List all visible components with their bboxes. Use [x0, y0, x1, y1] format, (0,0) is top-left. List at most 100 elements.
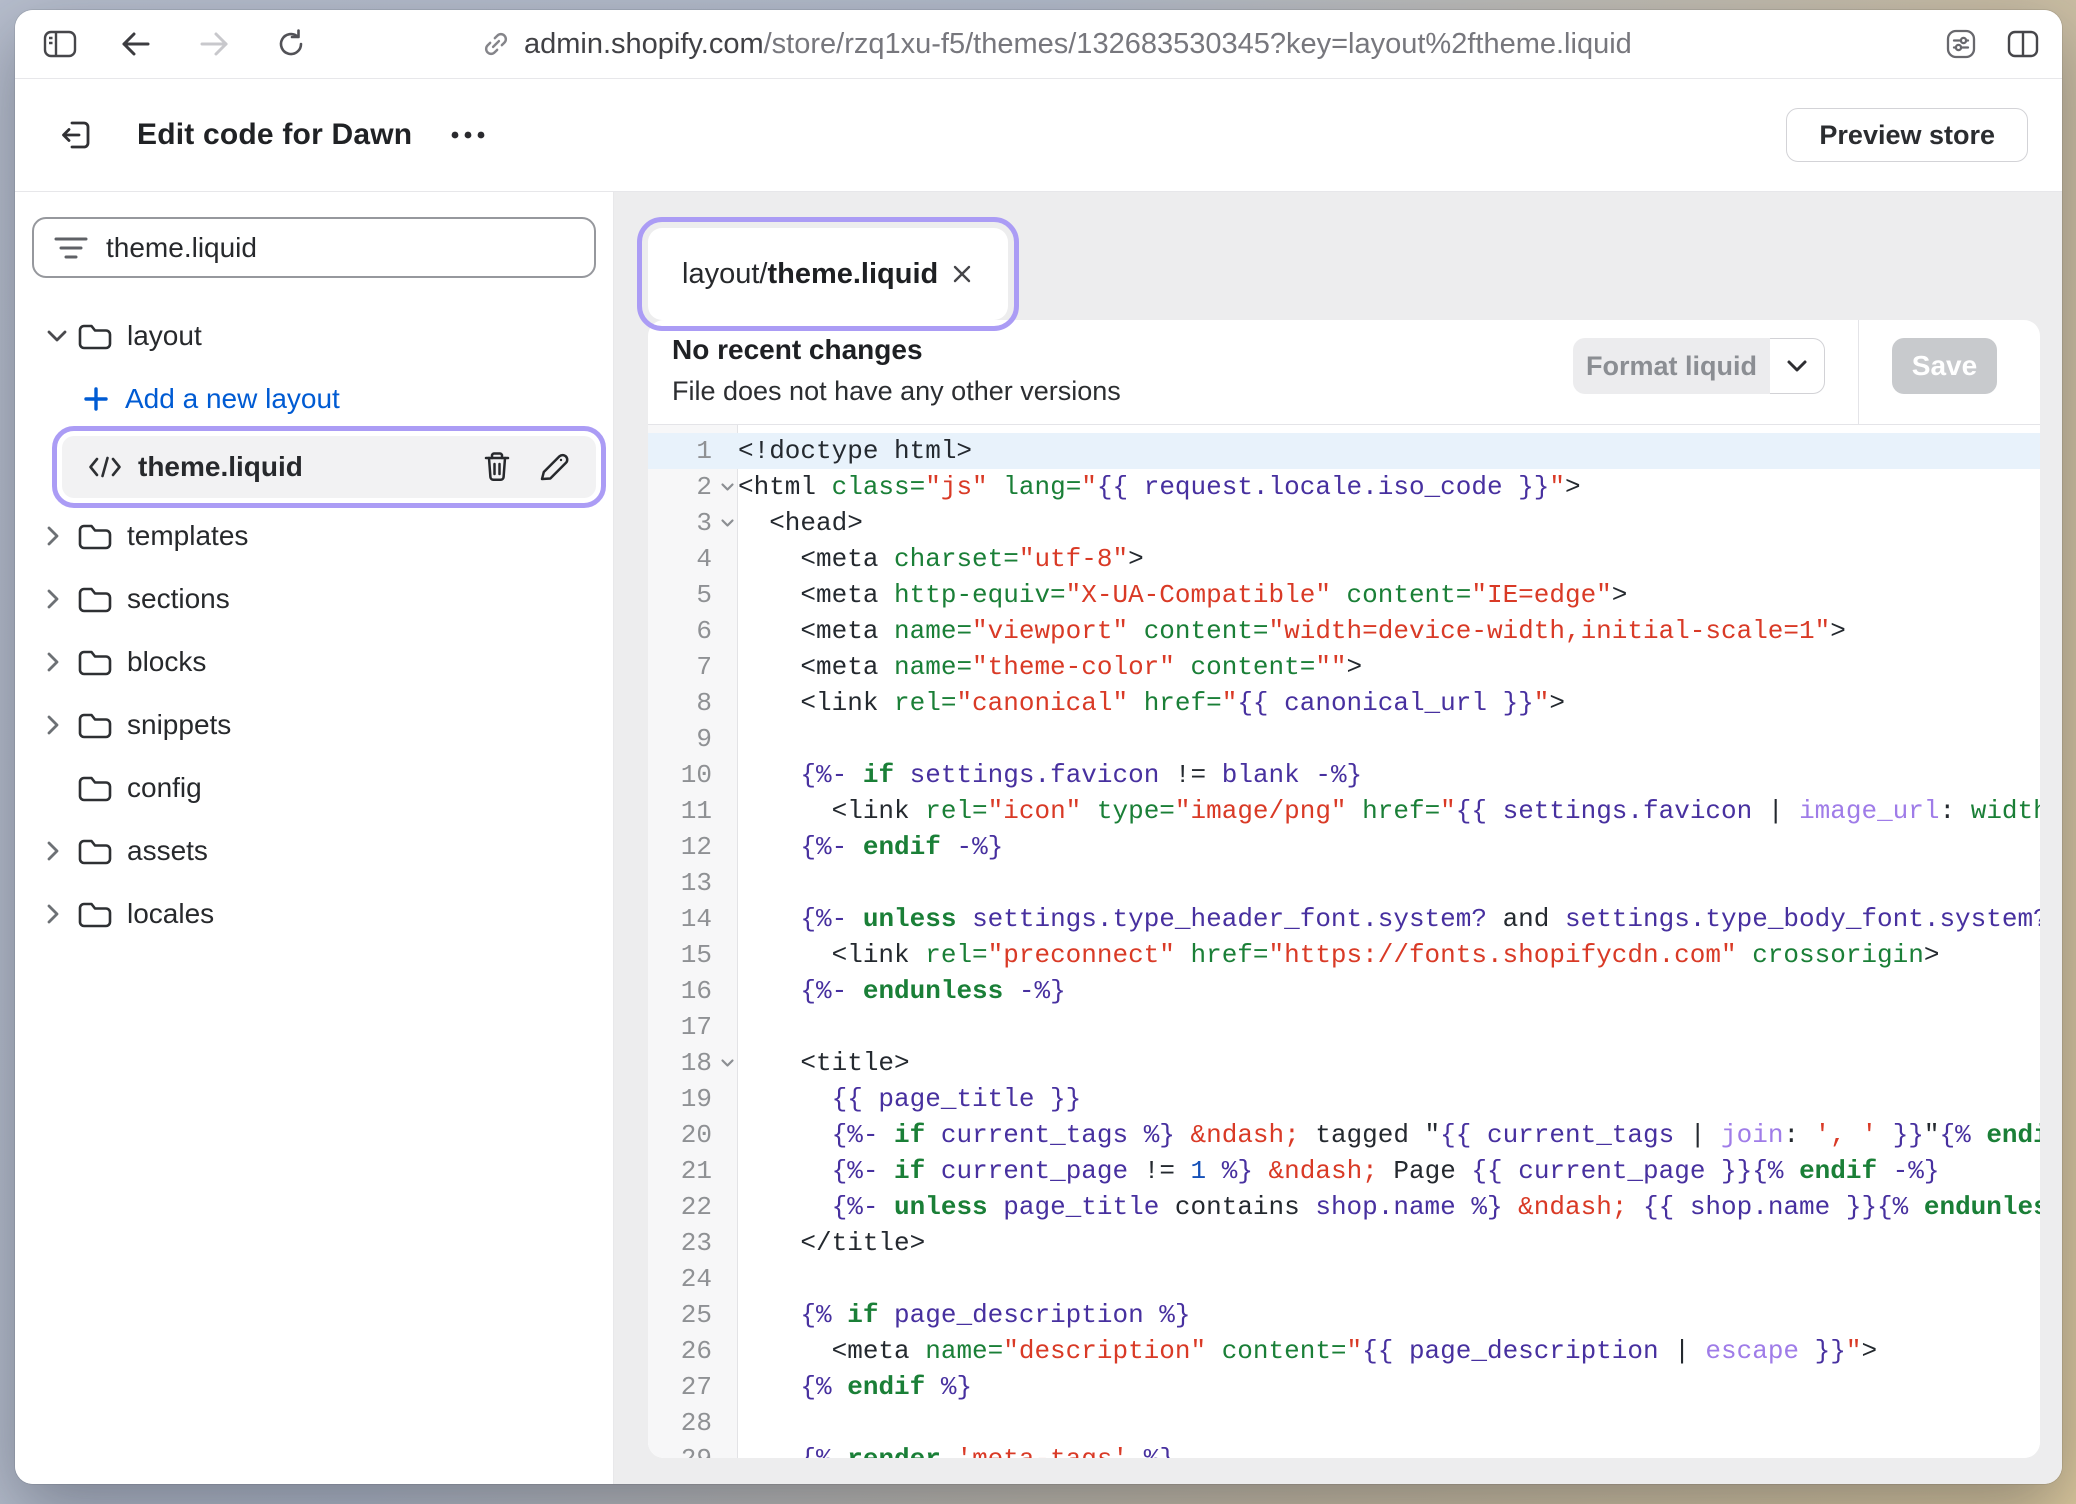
code-line-23[interactable]: 23 </title> [648, 1225, 2040, 1261]
chevron-down-icon[interactable] [45, 328, 75, 344]
page-settings-icon[interactable] [1944, 27, 1978, 61]
folder-icon [77, 584, 113, 614]
tree-folder-label: layout [127, 320, 202, 352]
split-view-icon[interactable] [2006, 29, 2040, 59]
code-line-20[interactable]: 20 {%- if current_tags %} &ndash; tagged… [648, 1117, 2040, 1153]
code-line-2[interactable]: 2<html class="js" lang="{{ request.local… [648, 469, 2040, 505]
chevron-right-icon[interactable] [45, 902, 75, 926]
tab-file-name: theme.liquid [767, 258, 938, 291]
tree-folder-blocks[interactable]: blocks [15, 630, 613, 693]
selected-file-row[interactable]: theme.liquid [62, 436, 596, 498]
preview-store-button[interactable]: Preview store [1786, 108, 2028, 162]
sidebar-toggle-icon[interactable] [43, 30, 77, 58]
editor-area: layout/theme.liquid No recent changes Fi… [614, 192, 2062, 1484]
file-search-box[interactable] [32, 217, 596, 278]
code-line-6[interactable]: 6 <meta name="viewport" content="width=d… [648, 613, 2040, 649]
chevron-right-icon[interactable] [45, 524, 75, 548]
version-bar: No recent changes File does not have any… [648, 320, 2040, 425]
code-line-18[interactable]: 18 <title> [648, 1045, 2040, 1081]
more-menu-icon[interactable] [448, 129, 488, 141]
line-number: 15 [648, 937, 738, 973]
trash-button[interactable] [482, 451, 512, 483]
tab-theme-liquid[interactable]: layout/theme.liquid [648, 228, 1008, 320]
tree-folder-sections[interactable]: sections [15, 567, 613, 630]
pencil-icon [538, 451, 570, 483]
code-line-26[interactable]: 26 <meta name="description" content="{{ … [648, 1333, 2040, 1369]
file-search-input[interactable] [106, 232, 574, 264]
chevron-right-icon[interactable] [45, 650, 75, 674]
fold-icon[interactable] [720, 1058, 735, 1068]
line-number: 20 [648, 1117, 738, 1153]
page-title: Edit code for Dawn [137, 118, 412, 152]
reload-icon[interactable] [275, 28, 307, 60]
line-number: 18 [648, 1045, 738, 1081]
tree-folder-templates[interactable]: templates [15, 504, 613, 567]
line-number: 17 [648, 1009, 738, 1045]
file-tree: layout Add a new layouttheme.liquidtempla… [15, 304, 613, 945]
chevron-right-icon[interactable] [45, 713, 75, 737]
line-number: 21 [648, 1153, 738, 1189]
line-number: 4 [648, 541, 738, 577]
code-line-content: <meta name="theme-color" content=""> [738, 652, 2040, 682]
tree-folder-layout[interactable]: layout [15, 304, 613, 367]
code-line-14[interactable]: 14 {%- unless settings.type_header_font.… [648, 901, 2040, 937]
code-line-22[interactable]: 22 {%- unless page_title contains shop.n… [648, 1189, 2040, 1225]
code-line-25[interactable]: 25 {% if page_description %} [648, 1297, 2040, 1333]
tab-path-prefix: layout/ [682, 258, 767, 291]
chevron-right-icon[interactable] [45, 587, 75, 611]
tree-folder-snippets[interactable]: snippets [15, 693, 613, 756]
save-button[interactable]: Save [1892, 338, 1997, 394]
code-line-19[interactable]: 19 {{ page_title }} [648, 1081, 2040, 1117]
add-new-layout-button[interactable]: Add a new layout [15, 367, 613, 430]
content: layoutAdd a new layouttheme.liquidtempla… [15, 192, 2062, 1484]
tree-folder-assets[interactable]: assets [15, 819, 613, 882]
tree-folder-config[interactable]: config [15, 756, 613, 819]
code-line-1[interactable]: 1<!doctype html> [648, 433, 2040, 469]
code-line-9[interactable]: 9 [648, 721, 2040, 757]
code-line-21[interactable]: 21 {%- if current_page != 1 %} &ndash; P… [648, 1153, 2040, 1189]
url-field[interactable]: admin.shopify.com/store/rzq1xu-f5/themes… [524, 28, 1632, 61]
chevron-right-icon[interactable] [45, 839, 75, 863]
line-number: 14 [648, 901, 738, 937]
code-line-12[interactable]: 12 {%- endif -%} [648, 829, 2040, 865]
code-line-4[interactable]: 4 <meta charset="utf-8"> [648, 541, 2040, 577]
code-editor[interactable]: 1<!doctype html>2<html class="js" lang="… [648, 425, 2040, 1458]
pencil-button[interactable] [538, 451, 570, 483]
code-line-11[interactable]: 11 <link rel="icon" type="image/png" hre… [648, 793, 2040, 829]
code-line-content: {{ page_title }} [738, 1084, 2040, 1114]
tree-file-theme-liquid[interactable]: theme.liquid [15, 430, 613, 504]
code-line-28[interactable]: 28 [648, 1405, 2040, 1441]
fold-icon[interactable] [720, 482, 735, 492]
forward-icon[interactable] [197, 30, 231, 58]
plus-icon [83, 386, 109, 412]
code-line-8[interactable]: 8 <link rel="canonical" href="{{ canonic… [648, 685, 2040, 721]
file-sidebar: layout Add a new layouttheme.liquidtempla… [15, 192, 614, 1484]
tree-folder-locales[interactable]: locales [15, 882, 613, 945]
code-line-content: <title> [738, 1048, 2040, 1078]
tree-folder-label: config [127, 772, 202, 804]
code-line-27[interactable]: 27 {% endif %} [648, 1369, 2040, 1405]
code-line-5[interactable]: 5 <meta http-equiv="X-UA-Compatible" con… [648, 577, 2040, 613]
code-line-7[interactable]: 7 <meta name="theme-color" content=""> [648, 649, 2040, 685]
editor-card: No recent changes File does not have any… [648, 320, 2040, 1458]
code-line-24[interactable]: 24 [648, 1261, 2040, 1297]
code-line-content: </title> [738, 1228, 2040, 1258]
exit-icon[interactable] [57, 116, 95, 154]
code-line-13[interactable]: 13 [648, 865, 2040, 901]
format-dropdown-button[interactable] [1770, 338, 1825, 394]
line-number: 23 [648, 1225, 738, 1261]
code-line-15[interactable]: 15 <link rel="preconnect" href="https://… [648, 937, 2040, 973]
code-line-content: {% render 'meta-tags' %} [738, 1444, 2040, 1458]
code-line-29[interactable]: 29 {% render 'meta-tags' %} [648, 1441, 2040, 1458]
format-liquid-button[interactable]: Format liquid [1573, 338, 1770, 394]
line-number: 28 [648, 1405, 738, 1441]
close-icon[interactable] [950, 262, 974, 286]
code-file-icon [88, 455, 122, 479]
code-line-17[interactable]: 17 [648, 1009, 2040, 1045]
back-icon[interactable] [119, 30, 153, 58]
code-line-3[interactable]: 3 <head> [648, 505, 2040, 541]
code-line-16[interactable]: 16 {%- endunless -%} [648, 973, 2040, 1009]
line-number: 13 [648, 865, 738, 901]
fold-icon[interactable] [720, 518, 735, 528]
code-line-10[interactable]: 10 {%- if settings.favicon != blank -%} [648, 757, 2040, 793]
